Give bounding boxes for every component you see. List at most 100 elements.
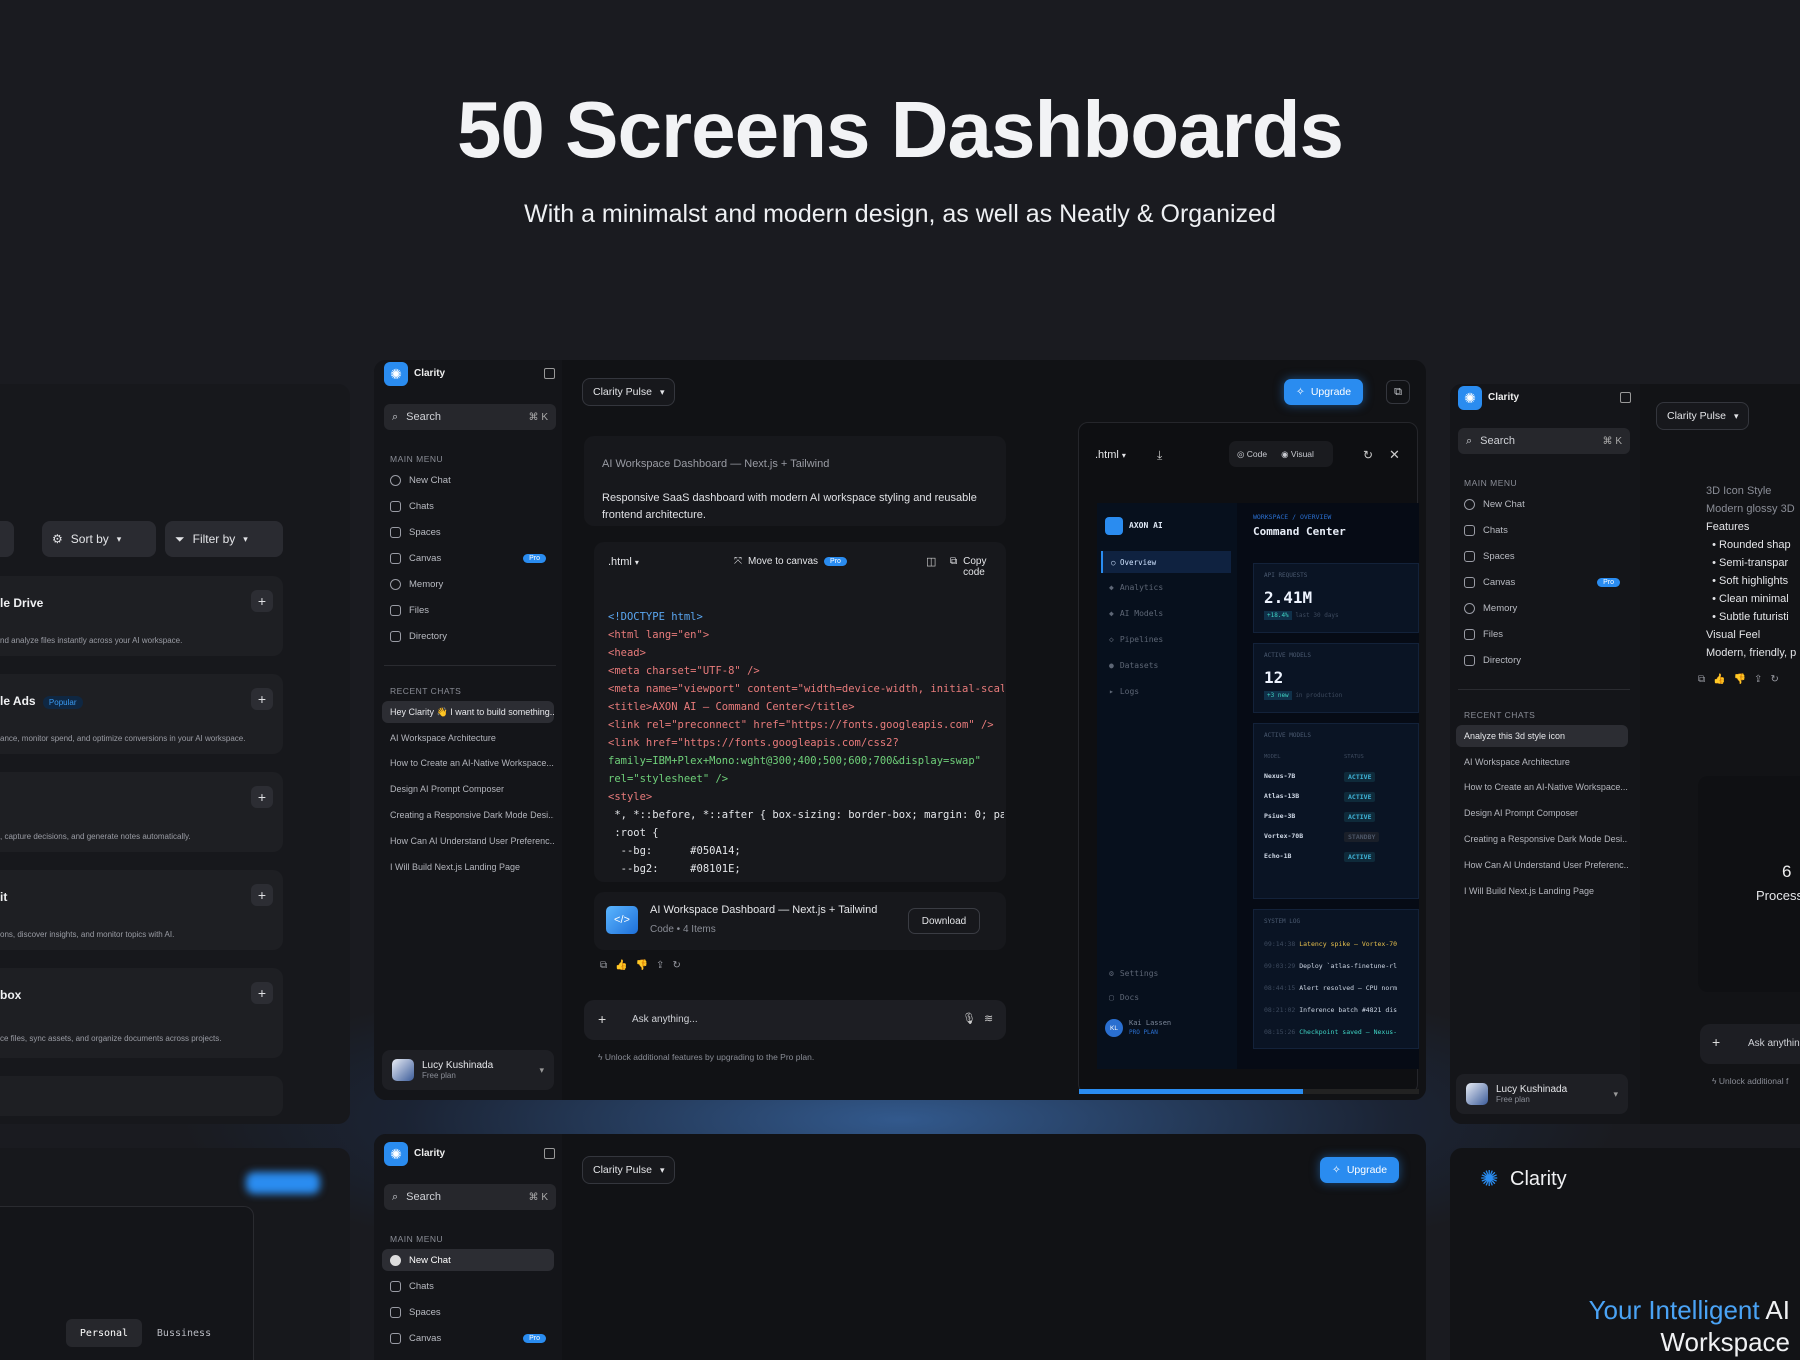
attach-icon[interactable]: + bbox=[598, 1011, 606, 1027]
recent-chat-item[interactable]: How to Create an AI-Native Workspace... bbox=[1456, 776, 1628, 798]
sidebar-item-spaces[interactable]: Spaces bbox=[1456, 545, 1628, 567]
copy-icon[interactable]: ⧉ bbox=[1698, 674, 1705, 685]
recent-chat-item[interactable]: Creating a Responsive Dark Mode Desi... bbox=[1456, 828, 1628, 850]
user-profile[interactable]: Lucy Kushinada Free plan ▾ bbox=[1456, 1074, 1628, 1114]
user-profile[interactable]: Lucy Kushinada Free plan ▾ bbox=[382, 1050, 554, 1090]
sidebar-item-spaces[interactable]: Spaces bbox=[382, 521, 554, 543]
axon-nav-item[interactable]: ◆ AI Models bbox=[1109, 609, 1163, 618]
sidebar-item-directory[interactable]: Directory bbox=[1456, 649, 1628, 671]
integration-card[interactable] bbox=[0, 1076, 283, 1116]
sidebar-item-new-chat[interactable]: New Chat bbox=[1456, 493, 1628, 515]
integration-card[interactable]: le Ads Popular ance, monitor spend, and … bbox=[0, 674, 283, 754]
sidebar-item-files[interactable]: Files bbox=[1456, 623, 1628, 645]
sidebar-item-chats[interactable]: Chats bbox=[1456, 519, 1628, 541]
sidebar-item-new-chat[interactable]: New Chat bbox=[382, 1249, 554, 1271]
integration-card[interactable]: , capture decisions, and generate notes … bbox=[0, 772, 283, 852]
axon-nav-item[interactable]: ▸ Logs bbox=[1109, 687, 1139, 696]
move-to-canvas-button[interactable]: ⤧ Move to canvas Pro bbox=[734, 556, 847, 567]
sidebar-item-chats[interactable]: Chats bbox=[382, 495, 554, 517]
table-row[interactable]: Echo-1B ACTIVE bbox=[1264, 852, 1414, 862]
preview-icon[interactable]: ◫ bbox=[926, 555, 936, 568]
recent-chat-item[interactable]: AI Workspace Architecture bbox=[382, 727, 554, 749]
add-icon[interactable]: + bbox=[251, 982, 273, 1004]
axon-nav-item[interactable]: ⚙ Settings bbox=[1109, 969, 1158, 978]
sidebar-item-canvas[interactable]: Canvas Pro bbox=[1456, 571, 1628, 593]
sidebar-item-spaces[interactable]: Spaces bbox=[382, 1301, 554, 1323]
recent-chat-item[interactable]: Design AI Prompt Composer bbox=[1456, 802, 1628, 824]
visual-tab[interactable]: ◉ Visual bbox=[1275, 449, 1320, 460]
chat-input[interactable]: + Ask anythin bbox=[1700, 1024, 1800, 1064]
integration-card[interactable]: box ce files, sync assets, and organize … bbox=[0, 968, 283, 1058]
recent-chat-item[interactable]: How Can AI Understand User Preferenc... bbox=[382, 830, 554, 852]
recent-chat-item[interactable]: I Will Build Next.js Landing Page bbox=[1456, 880, 1628, 902]
thumbs-down-icon[interactable]: 👎 bbox=[1734, 674, 1746, 685]
mic-icon[interactable]: 🎙 bbox=[962, 1012, 976, 1025]
table-row[interactable]: Vortex-70B STANDBY bbox=[1264, 832, 1414, 842]
glow-button[interactable] bbox=[246, 1172, 320, 1194]
copy-icon[interactable]: ⧉ bbox=[600, 960, 607, 971]
canvas-lang-selector[interactable]: .html ▾ bbox=[1095, 449, 1126, 461]
thumbs-down-icon[interactable]: 👎 bbox=[636, 960, 648, 971]
copy-window-icon[interactable]: ⧉ bbox=[1386, 380, 1410, 404]
axon-nav-item[interactable]: ▢ Docs bbox=[1109, 993, 1139, 1002]
regenerate-icon[interactable]: ↻ bbox=[672, 960, 680, 971]
axon-nav-item[interactable]: ◇ Pipelines bbox=[1109, 635, 1163, 644]
download-button[interactable]: Download bbox=[908, 908, 980, 934]
recent-chat-item[interactable]: Design AI Prompt Composer bbox=[382, 778, 554, 800]
download-icon[interactable]: ⤓ bbox=[1157, 448, 1162, 463]
voice-wave-icon[interactable]: ≋ bbox=[984, 1012, 993, 1025]
upgrade-button[interactable]: ✧ Upgrade bbox=[1284, 379, 1364, 405]
table-row[interactable]: Psiue-3B ACTIVE bbox=[1264, 812, 1414, 822]
sidebar-item-memory[interactable]: Memory bbox=[382, 573, 554, 595]
sidebar-item-directory[interactable]: Directory bbox=[382, 625, 554, 647]
sidebar-item-canvas[interactable]: Canvas Pro bbox=[382, 1327, 554, 1349]
left-input-stub[interactable] bbox=[0, 521, 14, 557]
integration-card[interactable]: it ons, discover insights, and monitor t… bbox=[0, 870, 283, 950]
sidebar-toggle-icon[interactable] bbox=[1620, 392, 1631, 403]
refresh-icon[interactable]: ↻ bbox=[1363, 448, 1373, 462]
recent-chat-item[interactable]: Analyze this 3d style icon bbox=[1456, 725, 1628, 747]
recent-chat-item[interactable]: Creating a Responsive Dark Mode Desi... bbox=[382, 804, 554, 826]
filter-by-button[interactable]: ⏷ Filter by ▾ bbox=[165, 521, 283, 557]
recent-chat-item[interactable]: AI Workspace Architecture bbox=[1456, 751, 1628, 773]
recent-chat-item[interactable]: Hey Clarity 👋 I want to build something.… bbox=[382, 701, 554, 723]
share-icon[interactable]: ⇪ bbox=[656, 960, 664, 971]
business-toggle[interactable]: Bussiness bbox=[144, 1319, 224, 1347]
model-selector[interactable]: Clarity Pulse ▾ bbox=[582, 1156, 676, 1184]
search-input[interactable]: ⌕ Search ⌘ K bbox=[1458, 428, 1630, 454]
code-tab[interactable]: ◎ Code bbox=[1229, 449, 1275, 460]
sidebar-item-memory[interactable]: Memory bbox=[1456, 597, 1628, 619]
axon-nav-item[interactable]: ◆ Analytics bbox=[1109, 583, 1163, 592]
recent-chat-item[interactable]: How Can AI Understand User Preferenc... bbox=[1456, 854, 1628, 876]
copy-code-button[interactable]: ⧉ Copy code bbox=[950, 556, 1006, 578]
sidebar-item-chats[interactable]: Chats bbox=[382, 1275, 554, 1297]
attach-icon[interactable]: + bbox=[1712, 1034, 1720, 1050]
recent-chat-item[interactable]: I Will Build Next.js Landing Page bbox=[382, 856, 554, 878]
sidebar-toggle-icon[interactable] bbox=[544, 1148, 555, 1159]
add-icon[interactable]: + bbox=[251, 590, 273, 612]
model-selector[interactable]: Clarity Pulse ▾ bbox=[582, 378, 676, 406]
integration-card[interactable]: le Drive nd analyze files instantly acro… bbox=[0, 576, 283, 656]
sidebar-toggle-icon[interactable] bbox=[544, 368, 555, 379]
share-icon[interactable]: ⇪ bbox=[1754, 674, 1762, 685]
add-icon[interactable]: + bbox=[251, 884, 273, 906]
thumbs-up-icon[interactable]: 👍 bbox=[1713, 674, 1725, 685]
sidebar-item-canvas[interactable]: Canvas Pro bbox=[382, 547, 554, 569]
code-lang-selector[interactable]: .html ▾ bbox=[608, 556, 639, 568]
regenerate-icon[interactable]: ↻ bbox=[1770, 674, 1778, 685]
axon-nav-overview[interactable]: ○ Overview bbox=[1101, 551, 1231, 573]
upgrade-button[interactable]: ✧ Upgrade bbox=[1320, 1157, 1400, 1183]
search-input[interactable]: ⌕ Search ⌘ K bbox=[384, 404, 556, 430]
thumbs-up-icon[interactable]: 👍 bbox=[615, 960, 627, 971]
close-icon[interactable]: ✕ bbox=[1389, 447, 1400, 463]
axon-nav-item[interactable]: ● Datasets bbox=[1109, 661, 1158, 670]
sidebar-item-files[interactable]: Files bbox=[382, 599, 554, 621]
model-selector[interactable]: Clarity Pulse ▾ bbox=[1656, 402, 1750, 430]
add-icon[interactable]: + bbox=[251, 688, 273, 710]
table-row[interactable]: Nexus-7B ACTIVE bbox=[1264, 772, 1414, 782]
table-row[interactable]: Atlas-13B ACTIVE bbox=[1264, 792, 1414, 802]
sidebar-item-new-chat[interactable]: New Chat bbox=[382, 469, 554, 491]
chat-input[interactable]: + Ask anything... 🎙 ≋ bbox=[584, 1000, 1006, 1040]
sort-by-button[interactable]: ⚙ Sort by ▾ bbox=[42, 521, 156, 557]
search-input[interactable]: ⌕ Search ⌘ K bbox=[384, 1184, 556, 1210]
